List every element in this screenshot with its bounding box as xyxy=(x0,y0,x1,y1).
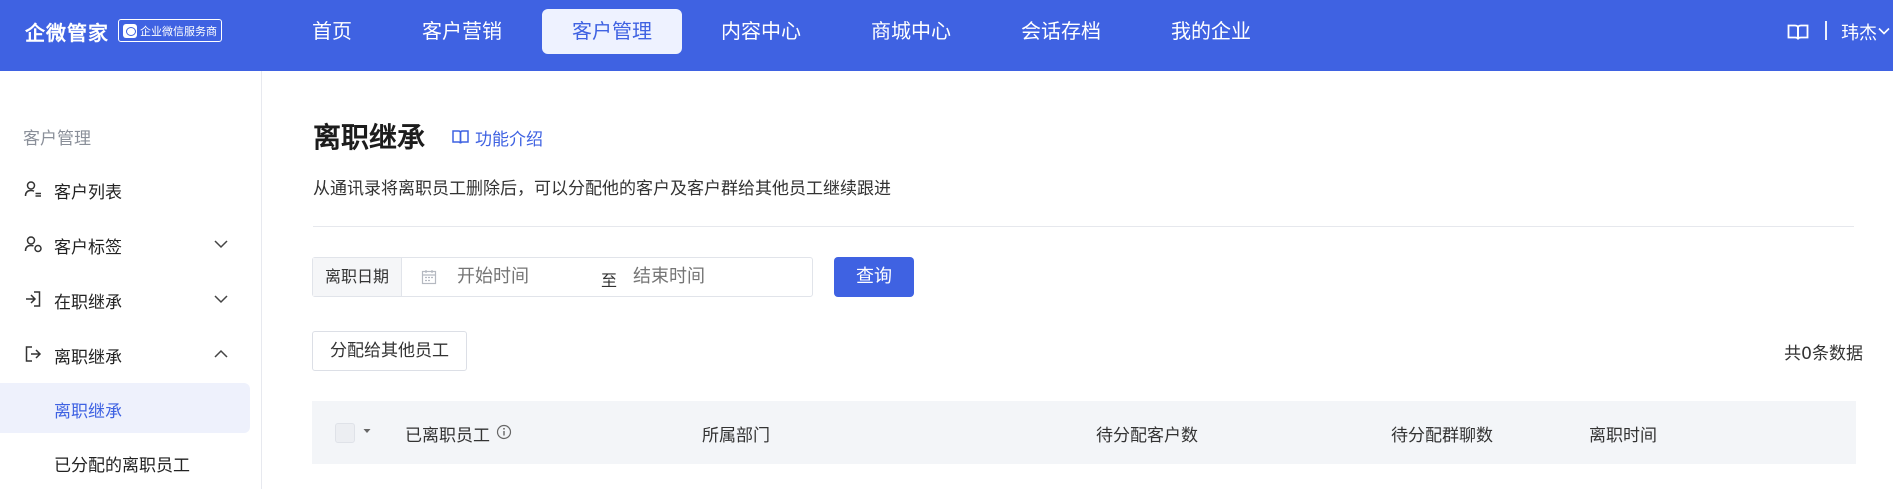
nav-home[interactable]: 首页 xyxy=(292,9,372,54)
chevron-down-icon[interactable] xyxy=(1877,24,1891,38)
sidebar-item-customer-list[interactable]: 客户列表 xyxy=(0,165,262,213)
nav-customer-management[interactable]: 客户管理 xyxy=(542,9,682,54)
chevron-up-icon xyxy=(214,349,228,358)
nav-customer-marketing[interactable]: 客户营销 xyxy=(412,9,512,54)
sidebar: 客户管理 客户列表 客户标签 在职继承 离职继承 离职继承 已分配的离职员工 xyxy=(0,71,262,489)
total-count: 共0条数据 xyxy=(1784,344,1863,364)
select-all-checkbox[interactable] xyxy=(335,423,355,443)
nav-my-enterprise[interactable]: 我的企业 xyxy=(1161,9,1261,54)
sidebar-item-on-job-inheritance[interactable]: 在职继承 xyxy=(0,275,262,323)
login-icon xyxy=(26,291,41,307)
column-header-department: 所属部门 xyxy=(702,426,770,446)
column-header-resign-time: 离职时间 xyxy=(1589,426,1657,446)
wecom-provider-badge: 企业微信服务商 xyxy=(118,19,222,42)
top-navbar: 企微管家 企业微信服务商 首页 客户营销 客户管理 内容中心 商城中心 会话存档… xyxy=(0,0,1893,71)
range-separator: 至 xyxy=(601,271,618,290)
sidebar-item-label: 客户列表 xyxy=(54,183,122,203)
column-header-pending-group-chats: 待分配群聊数 xyxy=(1391,426,1493,446)
badge-text: 企业微信服务商 xyxy=(140,24,217,38)
book-icon[interactable] xyxy=(1787,23,1809,41)
sidebar-title: 客户管理 xyxy=(23,129,91,149)
calendar-icon[interactable] xyxy=(421,269,437,285)
sidebar-item-label: 离职继承 xyxy=(54,348,122,368)
book-icon xyxy=(452,130,469,144)
info-icon[interactable] xyxy=(496,424,512,440)
nav-content-center[interactable]: 内容中心 xyxy=(711,9,811,54)
sidebar-item-resigned-inheritance[interactable]: 离职继承 xyxy=(0,330,262,378)
feature-intro-link[interactable]: 功能介绍 xyxy=(452,126,543,150)
sidebar-subitem-label: 已分配的离职员工 xyxy=(54,456,190,476)
table-header: 已离职员工 所属部门 待分配客户数 待分配群聊数 离职时间 xyxy=(312,401,1856,464)
date-filter-label: 离职日期 xyxy=(313,258,402,296)
assign-to-other-staff-button[interactable]: 分配给其他员工 xyxy=(312,331,467,371)
sidebar-item-label: 在职继承 xyxy=(54,293,122,313)
resign-date-range-picker: 离职日期 至 xyxy=(312,257,813,297)
chevron-down-icon xyxy=(214,240,228,249)
nav-session-archive[interactable]: 会话存档 xyxy=(1011,9,1111,54)
sidebar-subitem-label: 离职继承 xyxy=(54,402,122,422)
page-description: 从通讯录将离职员工删除后，可以分配他的客户及客户群给其他员工继续跟进 xyxy=(313,179,891,199)
feature-intro-label: 功能介绍 xyxy=(475,129,543,150)
user-name[interactable]: 玮杰 xyxy=(1841,19,1877,45)
brand-name: 企微管家 xyxy=(25,21,109,45)
divider xyxy=(313,226,1854,227)
user-tag-icon xyxy=(24,236,42,253)
column-header-pending-customers: 待分配客户数 xyxy=(1096,426,1198,446)
page-title: 离职继承 xyxy=(313,121,426,154)
start-date-input[interactable] xyxy=(457,266,567,287)
column-header-resigned-staff: 已离职员工 xyxy=(405,426,490,446)
caret-down-icon[interactable] xyxy=(362,427,372,435)
chevron-down-icon xyxy=(214,295,228,304)
sidebar-subitem-assigned-resigned-staff[interactable]: 已分配的离职员工 xyxy=(0,437,250,487)
wecom-logo-icon xyxy=(123,23,137,38)
logout-icon xyxy=(25,346,42,362)
user-list-icon xyxy=(24,181,41,197)
user-area: 玮杰 xyxy=(1753,0,1893,71)
query-button[interactable]: 查询 xyxy=(834,257,914,297)
end-date-input[interactable] xyxy=(633,266,773,287)
sidebar-item-label: 客户标签 xyxy=(54,238,122,258)
sidebar-item-customer-tags[interactable]: 客户标签 xyxy=(0,220,262,268)
main-content: 离职继承 功能介绍 从通讯录将离职员工删除后，可以分配他的客户及客户群给其他员工… xyxy=(263,71,1893,489)
sidebar-subitem-resigned-inheritance[interactable]: 离职继承 xyxy=(0,383,250,433)
nav-mall-center[interactable]: 商城中心 xyxy=(861,9,961,54)
divider xyxy=(1825,21,1827,40)
